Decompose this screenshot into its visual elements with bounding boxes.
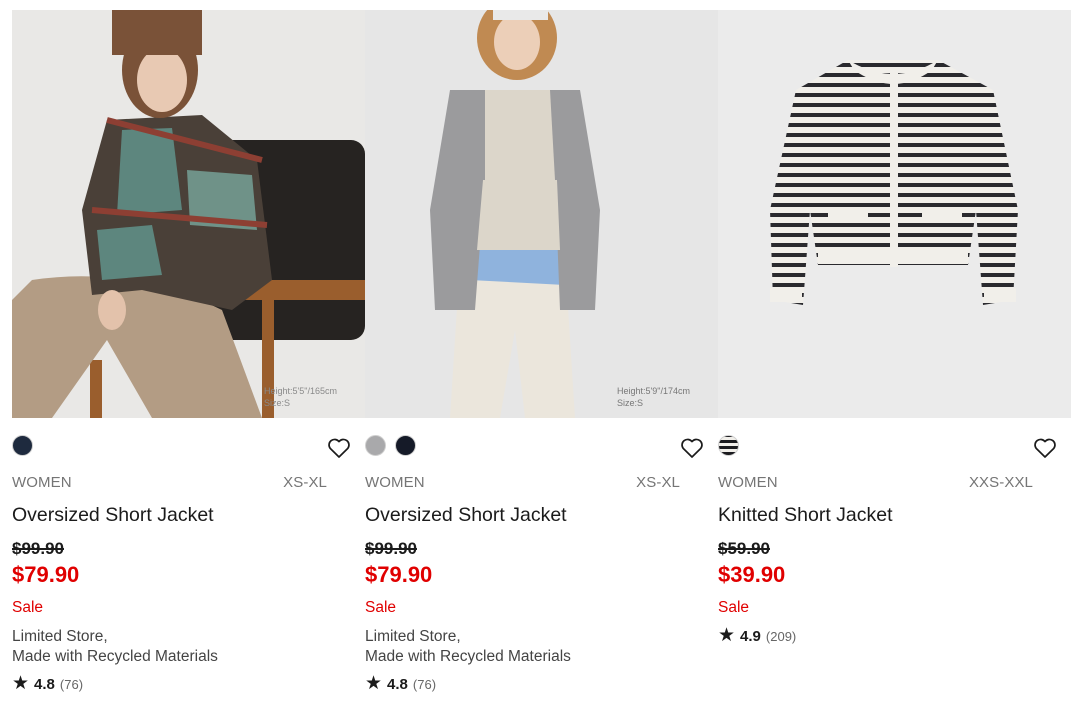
sale-price: $79.90 — [12, 562, 80, 587]
product-category: WOMEN — [12, 474, 72, 491]
product-category: WOMEN — [365, 474, 425, 491]
knitted-jacket-photo — [718, 10, 1071, 418]
heart-outline-icon — [328, 438, 350, 458]
review-count: (76) — [59, 677, 84, 692]
sale-flag: Sale — [365, 599, 397, 616]
review-count: (76) — [412, 677, 437, 692]
product-sizes: XS-XL — [283, 474, 327, 491]
sale-flag: Sale — [718, 599, 750, 616]
color-swatch-gray[interactable] — [365, 435, 386, 456]
sale-price: $79.90 — [365, 562, 433, 587]
product-sizes: XS-XL — [636, 474, 680, 491]
product-name[interactable]: Oversized Short Jacket — [365, 504, 567, 527]
product-card[interactable]: WOMEN XXS-XXL Knitted Short Jacket $59.9… — [718, 10, 1071, 710]
product-category: WOMEN — [718, 474, 778, 491]
original-price: $59.90 — [718, 539, 770, 558]
product-note-line: Limited Store, — [12, 628, 108, 645]
product-note: Limited Store, Made with Recycled Materi… — [12, 627, 218, 666]
photo-caption-size: Size:S — [617, 398, 643, 408]
color-swatch-navy[interactable] — [12, 435, 33, 456]
color-swatches — [12, 435, 33, 456]
heart-outline-icon — [681, 438, 703, 458]
favorite-button[interactable] — [680, 437, 704, 459]
heart-outline-icon — [1034, 438, 1056, 458]
product-rating: ★ 4.9 (209) — [718, 626, 796, 645]
review-count: (209) — [765, 629, 797, 644]
product-note-line: Made with Recycled Materials — [365, 647, 571, 665]
original-price: $99.90 — [12, 539, 64, 558]
product-note: Limited Store, Made with Recycled Materi… — [365, 627, 571, 666]
rating-score: 4.9 — [740, 628, 761, 645]
product-meta: WOMEN XS-XL — [365, 474, 680, 491]
sale-flag: Sale — [12, 599, 44, 616]
photo-caption-size: Size:S — [264, 398, 290, 408]
favorite-button[interactable] — [1033, 437, 1057, 459]
star-icon: ★ — [718, 625, 736, 646]
product-card[interactable]: Height:5'9"/174cm Size:S WOMEN XS-XL Ove… — [365, 10, 718, 710]
product-meta: WOMEN XS-XL — [12, 474, 327, 491]
sale-price: $39.90 — [718, 562, 786, 587]
star-icon: ★ — [12, 673, 30, 694]
product-sizes: XXS-XXL — [968, 474, 1033, 491]
plaid-jacket-model-photo: Height:5'5"/165cm Size:S — [12, 10, 365, 418]
rating-score: 4.8 — [34, 676, 55, 693]
product-rating: ★ 4.8 (76) — [365, 674, 436, 693]
photo-caption-height: Height:5'9"/174cm — [617, 386, 690, 396]
product-rating: ★ 4.8 (76) — [12, 674, 83, 693]
product-grid: Height:5'5"/165cm Size:S WOMEN XS-XL Ove… — [12, 10, 1071, 710]
star-icon: ★ — [365, 673, 383, 694]
product-name[interactable]: Knitted Short Jacket — [718, 504, 893, 527]
product-image[interactable]: Height:5'5"/165cm Size:S — [12, 10, 365, 418]
product-image[interactable] — [718, 10, 1071, 418]
photo-caption-height: Height:5'5"/165cm — [264, 386, 337, 396]
product-image[interactable]: Height:5'9"/174cm Size:S — [365, 10, 718, 418]
product-meta: WOMEN XXS-XXL — [718, 474, 1033, 491]
color-swatch-navy[interactable] — [395, 435, 416, 456]
favorite-button[interactable] — [327, 437, 351, 459]
gray-jacket-model-photo: Height:5'9"/174cm Size:S — [365, 10, 718, 418]
color-swatch-striped[interactable] — [718, 435, 739, 456]
product-name[interactable]: Oversized Short Jacket — [12, 504, 214, 527]
color-swatches — [365, 435, 416, 456]
product-note-line: Limited Store, — [365, 628, 461, 645]
color-swatches — [718, 435, 739, 456]
product-note-line: Made with Recycled Materials — [12, 647, 218, 665]
original-price: $99.90 — [365, 539, 417, 558]
product-card[interactable]: Height:5'5"/165cm Size:S WOMEN XS-XL Ove… — [12, 10, 365, 710]
rating-score: 4.8 — [387, 676, 408, 693]
